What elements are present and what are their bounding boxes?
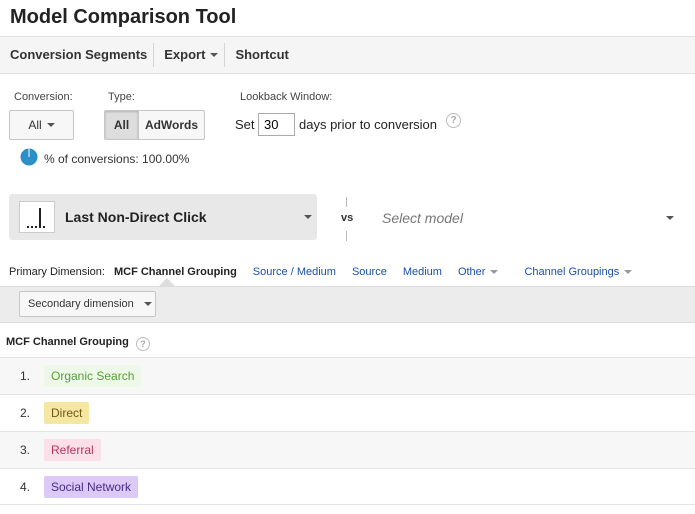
chevron-down-icon: [624, 270, 633, 275]
dimension-source-medium-link[interactable]: Source / Medium: [253, 266, 336, 278]
table-row: 3. Referral: [0, 431, 695, 468]
primary-dimension-label: Primary Dimension:: [9, 266, 105, 278]
last-non-direct-click-icon: [19, 201, 55, 233]
secondary-dimension-dropdown[interactable]: Secondary dimension: [19, 291, 156, 317]
lookback-label: Lookback Window:: [240, 91, 333, 103]
dimension-mcf-channel-grouping[interactable]: MCF Channel Grouping: [114, 266, 237, 278]
conversion-segments-label: Conversion Segments: [10, 47, 148, 62]
row-number: 2.: [20, 406, 31, 420]
primary-dimension-bar: Primary Dimension: MCF Channel Grouping …: [9, 264, 648, 280]
table-row: 1. Organic Search: [0, 357, 695, 394]
type-adwords-button[interactable]: AdWords: [138, 110, 205, 140]
channel-chip-social-network[interactable]: Social Network: [44, 476, 139, 498]
conversion-label: Conversion:: [14, 91, 73, 103]
table-header: MCF Channel Grouping ?: [6, 335, 150, 351]
row-number: 4.: [20, 480, 31, 494]
conversion-segments-button[interactable]: Conversion Segments: [0, 44, 153, 66]
secondary-dimension-label: Secondary dimension: [28, 298, 134, 310]
dimension-other-dropdown[interactable]: Other: [458, 266, 499, 278]
dimension-medium-link[interactable]: Medium: [403, 266, 442, 278]
chevron-down-icon: [490, 270, 499, 275]
divider: [346, 231, 347, 241]
channel-groupings-dropdown[interactable]: Channel Groupings: [524, 266, 633, 278]
conversions-percent: % of conversions: 100.00%: [44, 152, 190, 166]
row-number: 3.: [20, 443, 31, 457]
active-dimension-pointer: [159, 278, 175, 286]
table-row: 4. Social Network: [0, 468, 695, 505]
conversion-value: All: [28, 118, 42, 132]
chevron-down-icon: [46, 123, 55, 127]
row-number: 1.: [20, 369, 31, 383]
help-icon[interactable]: ?: [135, 337, 150, 351]
chevron-down-icon[interactable]: [666, 216, 674, 220]
dimension-source-link[interactable]: Source: [352, 266, 387, 278]
table-row: 2. Direct: [0, 394, 695, 431]
primary-model-label: Last Non-Direct Click: [65, 209, 207, 225]
other-label: Other: [457, 266, 486, 278]
lookback-days-input[interactable]: [258, 113, 295, 136]
vs-label: vs: [341, 212, 354, 224]
pie-chart-icon: [20, 148, 38, 166]
page-title: Model Comparison Tool: [10, 6, 237, 28]
shortcut-label: Shortcut: [235, 47, 289, 62]
type-all-button[interactable]: All: [104, 110, 139, 140]
type-label: Type:: [108, 91, 135, 103]
chevron-down-icon: [304, 215, 312, 219]
shortcut-button[interactable]: Shortcut: [225, 44, 294, 66]
channel-chip-direct[interactable]: Direct: [44, 402, 90, 424]
days-suffix-label: days prior to conversion: [299, 117, 438, 132]
select-model-dropdown[interactable]: Select model: [382, 210, 463, 226]
column-header-mcf-channel-grouping[interactable]: MCF Channel Grouping: [6, 336, 129, 348]
set-label: Set: [235, 117, 255, 132]
primary-model-dropdown[interactable]: Last Non-Direct Click: [9, 194, 317, 240]
chevron-down-icon: [210, 53, 219, 57]
conversion-dropdown[interactable]: All: [9, 110, 74, 140]
help-icon[interactable]: ?: [446, 113, 461, 128]
divider: [346, 197, 347, 207]
channel-chip-referral[interactable]: Referral: [44, 439, 101, 461]
export-button[interactable]: Export: [154, 44, 224, 66]
channel-chip-organic-search[interactable]: Organic Search: [44, 365, 142, 387]
chevron-down-icon: [143, 302, 152, 306]
toolbar: Conversion Segments Export Shortcut: [0, 36, 695, 74]
export-label: Export: [164, 47, 206, 62]
channel-groupings-label: Channel Groupings: [524, 266, 620, 278]
